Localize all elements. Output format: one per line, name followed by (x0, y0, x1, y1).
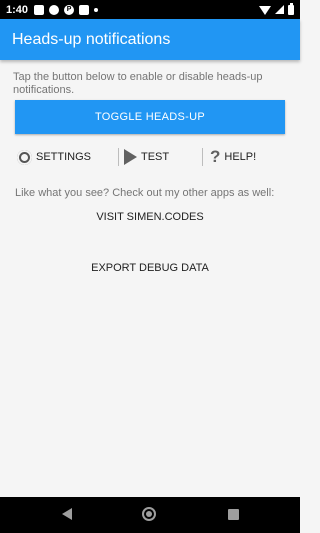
p-icon: P (64, 4, 75, 15)
settings-button[interactable]: SETTINGS (17, 149, 92, 165)
help-button[interactable]: ? HELP! (210, 147, 257, 166)
dot-icon (94, 7, 99, 12)
wifi-icon (259, 5, 271, 15)
recents-icon[interactable] (228, 509, 239, 520)
status-bar: 1:40 P (0, 0, 300, 19)
divider (118, 148, 119, 166)
battery-icon (288, 2, 294, 15)
app-bar: Heads-up notifications (0, 19, 300, 60)
back-icon[interactable] (62, 508, 72, 520)
navigation-bar (0, 497, 300, 533)
status-notification-icons: P (34, 4, 99, 15)
app-title: Heads-up notifications (12, 30, 171, 48)
question-icon: ? (210, 147, 221, 166)
status-system-icons (259, 2, 294, 15)
description-text: Tap the button below to enable or disabl… (13, 71, 263, 96)
signal-icon (275, 5, 284, 14)
home-icon[interactable] (142, 507, 156, 521)
help-label: HELP! (224, 151, 257, 163)
play-icon (124, 149, 137, 165)
visit-website-button[interactable]: VISIT SIMEN.CODES (0, 211, 300, 227)
test-label: TEST (141, 151, 170, 163)
action-row: SETTINGS TEST ? HELP! (0, 146, 300, 168)
promo-text: Like what you see? Check out my other ap… (15, 187, 275, 199)
notification-icon (34, 4, 45, 15)
test-button[interactable]: TEST (124, 149, 169, 165)
status-time: 1:40 (6, 3, 29, 16)
toggle-heads-up-button[interactable]: TOGGLE HEADS-UP (15, 100, 285, 134)
export-debug-data-button[interactable]: EXPORT DEBUG DATA (0, 262, 300, 278)
gear-icon (17, 149, 32, 165)
settings-label: SETTINGS (36, 151, 92, 163)
divider (202, 148, 203, 166)
notification-icon (49, 4, 60, 15)
image-icon (79, 4, 90, 15)
